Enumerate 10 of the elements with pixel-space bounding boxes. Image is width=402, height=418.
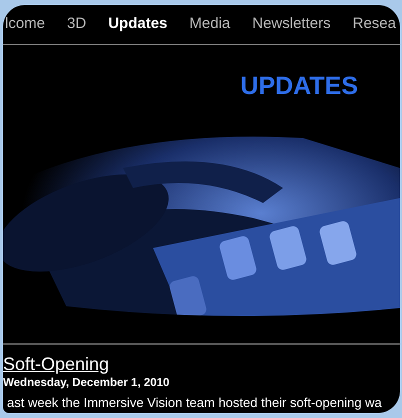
nav-tab[interactable]: Updates [108, 13, 168, 36]
nav-tab[interactable]: Resea [352, 13, 396, 36]
nav-tab[interactable]: Newsletters [252, 13, 331, 36]
post-title-link[interactable]: Soft-Opening [3, 353, 110, 375]
nav-tab[interactable]: lcome [5, 13, 46, 36]
post-excerpt: ast week the Immersive Vision team hosted their soft-opening wa [6, 394, 382, 412]
nav-tab[interactable]: Media [189, 13, 230, 36]
nav-tab[interactable]: 3D [67, 13, 86, 36]
post-date: Wednesday, December 1, 2010 [3, 376, 170, 391]
page-heading: UPDATES [240, 70, 358, 102]
